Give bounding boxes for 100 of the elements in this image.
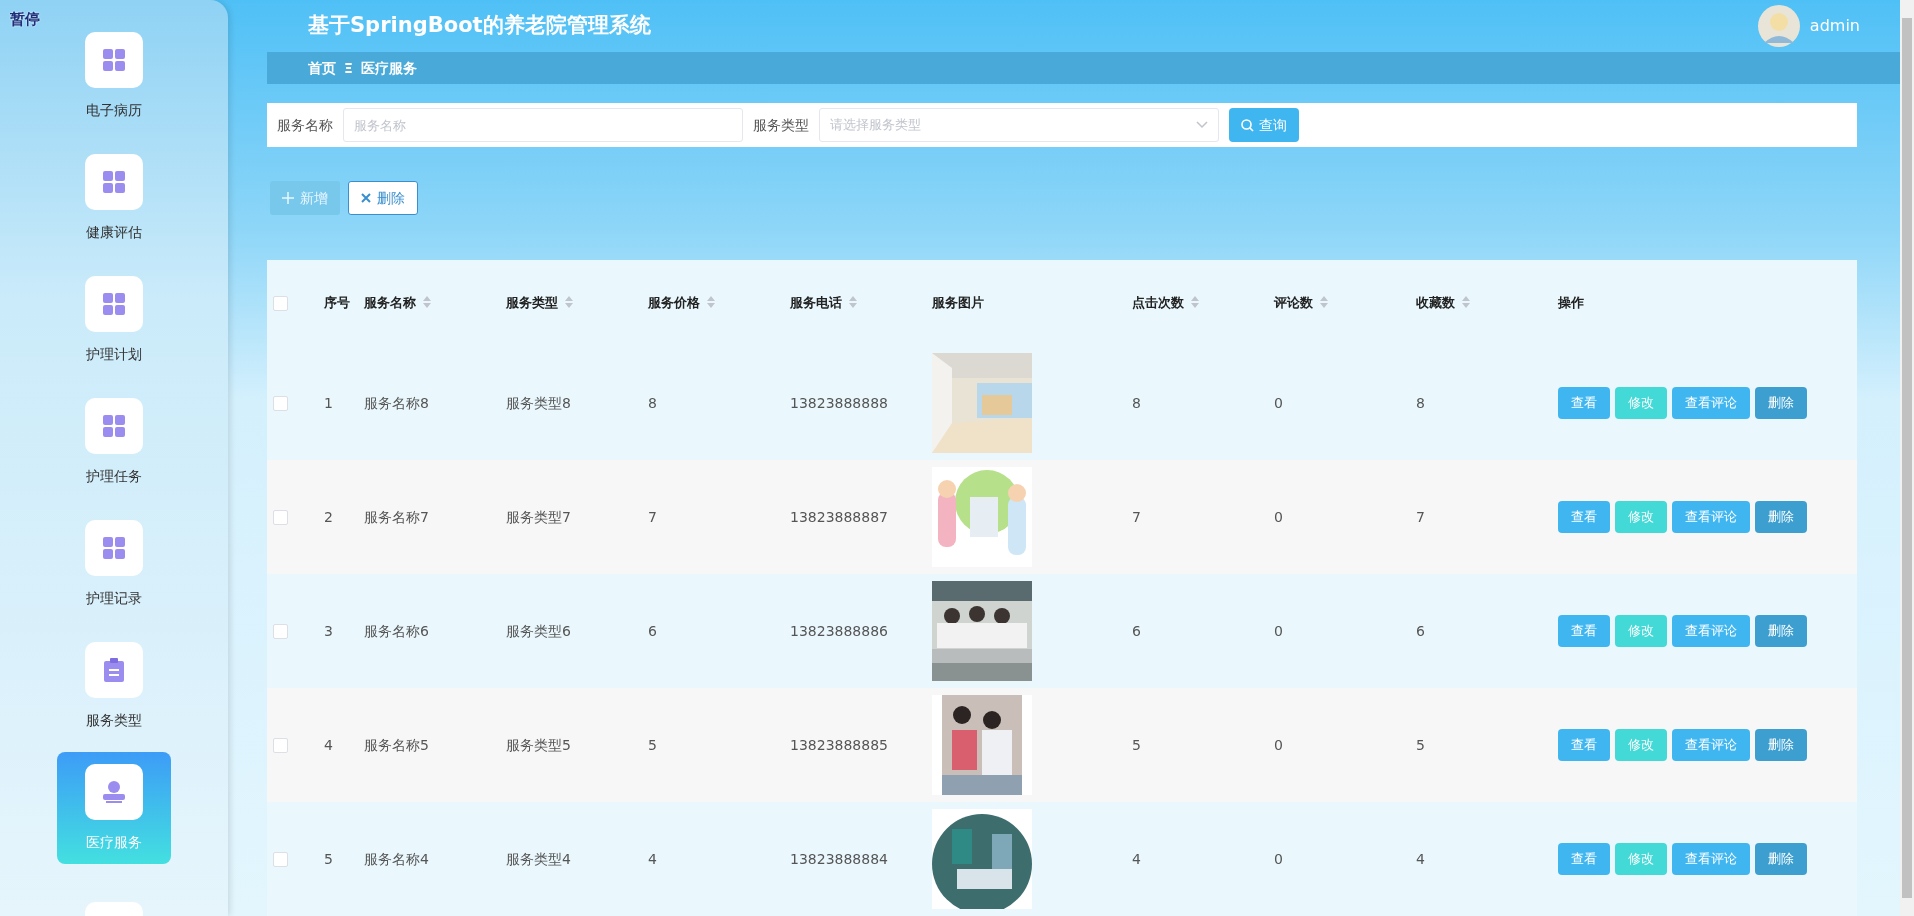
column-header[interactable]: 服务价格 xyxy=(648,295,700,311)
sort-icon[interactable] xyxy=(565,296,573,309)
delete-button[interactable]: 删除 xyxy=(1755,501,1807,533)
column-header[interactable]: 收藏数 xyxy=(1416,295,1455,311)
add-button[interactable]: 新增 xyxy=(270,181,340,215)
sidebar-item[interactable]: 健康评估 xyxy=(57,142,171,254)
search-field[interactable]: 服务名称 xyxy=(343,108,743,143)
sort-icon[interactable] xyxy=(1320,296,1328,309)
breadcrumb-link[interactable]: 医疗服务 xyxy=(360,57,417,79)
edit-button[interactable]: 修改 xyxy=(1615,843,1667,875)
checkbox[interactable] xyxy=(273,396,288,411)
table-cell: 3 xyxy=(324,622,333,639)
sort-icon[interactable] xyxy=(423,296,431,309)
scrollbar-thumb[interactable] xyxy=(1902,18,1912,898)
sidebar-item[interactable]: 护理计划 xyxy=(57,264,171,376)
column-header[interactable]: 服务类型 xyxy=(506,295,558,311)
sort-icon[interactable] xyxy=(1462,296,1470,309)
table-cell: 4 xyxy=(1416,850,1425,867)
checkbox[interactable] xyxy=(273,296,288,312)
pause-label: 暂停 xyxy=(10,9,40,30)
table-cell: 13823888884 xyxy=(790,850,888,867)
breadcrumb-link[interactable]: 首页 xyxy=(308,57,336,79)
scrollbar[interactable] xyxy=(1900,0,1914,916)
view-button[interactable]: 查看 xyxy=(1558,501,1610,533)
close-icon xyxy=(361,193,371,203)
view-button[interactable]: 查看 xyxy=(1558,729,1610,761)
view-button[interactable]: 查看 xyxy=(1558,843,1610,875)
table-cell: 6 xyxy=(1132,622,1141,639)
sidebar-item[interactable]: 服务类型 xyxy=(57,630,171,742)
grid-icon xyxy=(103,48,125,71)
table-cell: 服务类型8 xyxy=(506,394,571,411)
view-button[interactable]: 查看评论 xyxy=(1672,843,1750,875)
sort-icon[interactable] xyxy=(707,296,715,309)
table-cell: 2 xyxy=(324,508,333,525)
sidebar-item[interactable]: 护理任务 xyxy=(57,386,171,498)
table-cell: 13823888886 xyxy=(790,622,888,639)
column-header[interactable]: 服务名称 xyxy=(364,295,416,311)
sidebar-item[interactable]: 电子病历 xyxy=(57,20,171,132)
table-cell: 13823888887 xyxy=(790,508,888,525)
search-button[interactable]: 查询 xyxy=(1229,108,1299,143)
table-cell: 服务名称5 xyxy=(364,736,429,753)
table-cell: 7 xyxy=(648,508,657,525)
column-header[interactable]: 服务电话 xyxy=(790,295,842,311)
table-cell: 5 xyxy=(648,736,657,753)
table-cell: 5 xyxy=(324,850,333,867)
table-cell: 13823888885 xyxy=(790,736,888,753)
delete-button[interactable]: 删除 xyxy=(1755,387,1807,419)
avatar[interactable] xyxy=(1757,4,1800,47)
sidebar-item[interactable]: 医疗服务 xyxy=(57,752,171,864)
table-cell: 服务类型7 xyxy=(506,508,571,525)
person-icon xyxy=(102,780,126,803)
table-cell: 服务名称7 xyxy=(364,508,429,525)
grid-icon xyxy=(103,170,125,193)
column-header: 服务图片 xyxy=(932,295,984,311)
view-button[interactable]: 查看评论 xyxy=(1672,615,1750,647)
column-header[interactable]: 点击次数 xyxy=(1132,295,1184,311)
table-cell: 7 xyxy=(1416,508,1425,525)
table-cell: 5 xyxy=(1132,736,1141,753)
checkbox[interactable] xyxy=(273,852,288,867)
view-button[interactable]: 查看评论 xyxy=(1672,501,1750,533)
edit-button[interactable]: 修改 xyxy=(1615,729,1667,761)
column-header: 操作 xyxy=(1558,295,1584,311)
grid-icon xyxy=(103,536,125,559)
sort-icon[interactable] xyxy=(849,296,857,309)
column-header[interactable]: 评论数 xyxy=(1274,295,1313,311)
delete-button[interactable]: 删除 xyxy=(1755,615,1807,647)
column-header: 序号 xyxy=(324,295,350,311)
table-cell: 0 xyxy=(1274,508,1283,525)
table-cell: 8 xyxy=(648,394,657,411)
table-cell: 服务名称6 xyxy=(364,622,429,639)
view-button[interactable]: 查看评论 xyxy=(1672,729,1750,761)
table-cell: 6 xyxy=(648,622,657,639)
delete-button[interactable]: 删除 xyxy=(348,181,418,215)
table-cell: 0 xyxy=(1274,622,1283,639)
sort-icon[interactable] xyxy=(1191,296,1199,309)
view-button[interactable]: 查看 xyxy=(1558,387,1610,419)
checkbox[interactable] xyxy=(273,510,288,525)
table-cell: 服务名称4 xyxy=(364,850,429,867)
sidebar-item[interactable]: 护理记录 xyxy=(57,508,171,620)
search-icon xyxy=(1241,118,1254,132)
checkbox[interactable] xyxy=(273,738,288,753)
edit-button[interactable]: 修改 xyxy=(1615,615,1667,647)
select-field[interactable]: 请选择服务类型 xyxy=(819,108,1219,143)
view-button[interactable]: 查看评论 xyxy=(1672,387,1750,419)
table-cell: 4 xyxy=(1132,850,1141,867)
delete-button[interactable]: 删除 xyxy=(1755,843,1807,875)
user-name[interactable]: admin xyxy=(1809,13,1860,38)
chevron-down-icon xyxy=(1196,121,1208,130)
table-cell: 0 xyxy=(1274,736,1283,753)
view-button[interactable]: 查看 xyxy=(1558,615,1610,647)
table-cell: 13823888888 xyxy=(790,394,888,411)
checkbox[interactable] xyxy=(273,624,288,639)
table-cell: 7 xyxy=(1132,508,1141,525)
field-label: 服务名称 xyxy=(277,115,333,135)
table-cell: 服务类型4 xyxy=(506,850,571,867)
breadcrumb-separator: Ξ xyxy=(344,58,353,78)
plus-icon xyxy=(282,192,294,204)
edit-button[interactable]: 修改 xyxy=(1615,387,1667,419)
edit-button[interactable]: 修改 xyxy=(1615,501,1667,533)
delete-button[interactable]: 删除 xyxy=(1755,729,1807,761)
